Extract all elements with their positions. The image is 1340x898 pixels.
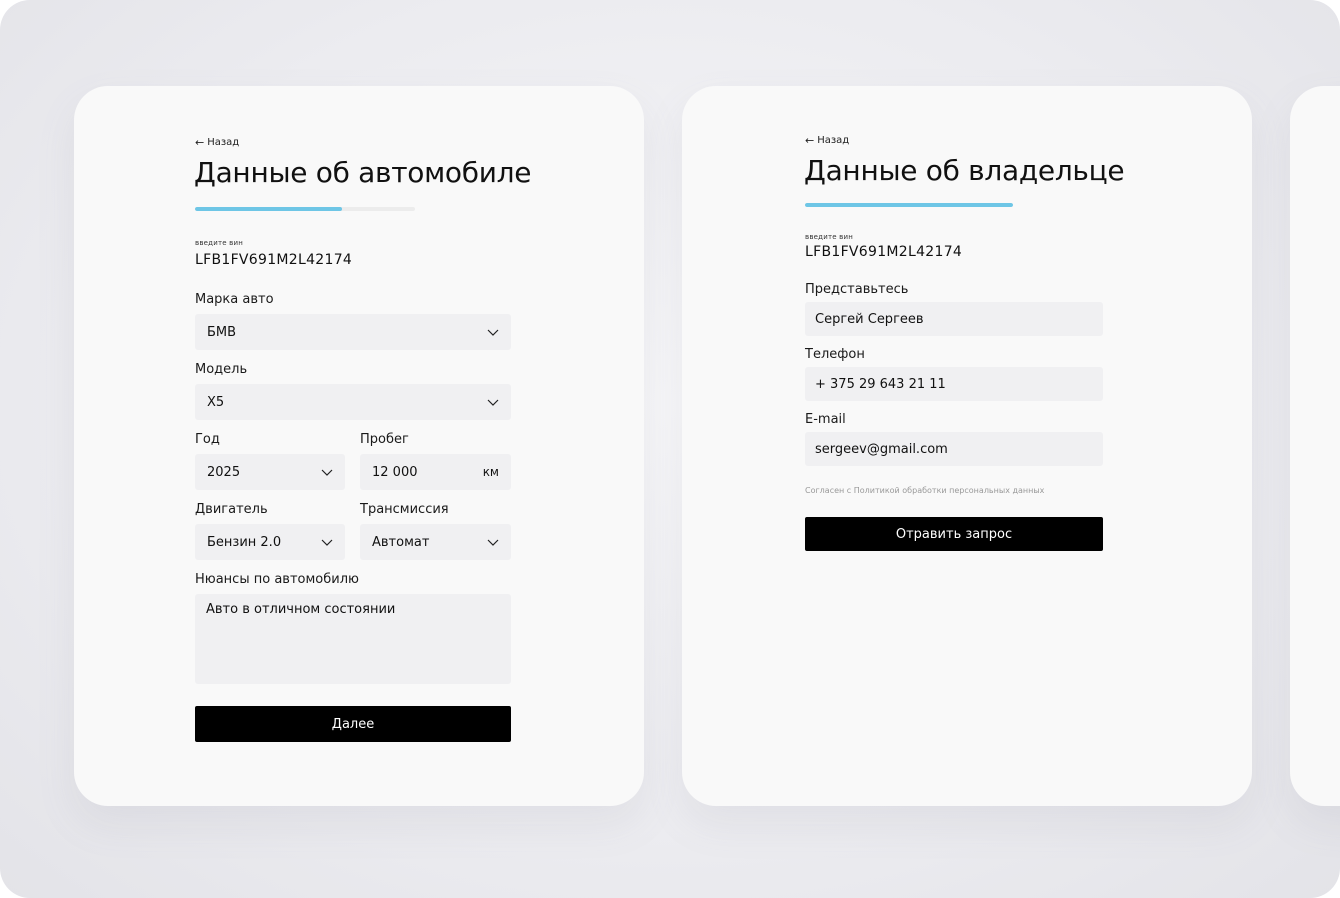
back-label: Назад	[207, 137, 240, 148]
progress-bar	[195, 207, 415, 211]
car-details-card: ← Назад Данные об автомобиле введите вин…	[74, 86, 644, 806]
engine-select[interactable]: Бензин 2.0	[195, 524, 345, 560]
mileage-value: 12 000	[372, 464, 418, 480]
mileage-unit: км	[482, 465, 499, 479]
brand-label: Марка авто	[195, 292, 274, 307]
chevron-down-icon	[321, 469, 333, 476]
chevron-down-icon	[487, 539, 499, 546]
mileage-label: Пробег	[360, 432, 409, 447]
next-card-peek	[1290, 86, 1340, 806]
engine-label: Двигатель	[195, 502, 268, 517]
email-input[interactable]: sergeev@gmail.com	[805, 432, 1103, 466]
progress-fill	[805, 203, 1013, 207]
transmission-label: Трансмиссия	[360, 502, 449, 517]
submit-button[interactable]: Отравить запрос	[805, 517, 1103, 551]
transmission-value: Автомат	[372, 534, 430, 550]
page-title: Данные об владельце	[804, 154, 1125, 187]
arrow-left-icon: ←	[805, 134, 815, 147]
email-label: E-mail	[805, 412, 846, 427]
name-label: Представьтесь	[805, 282, 909, 297]
brand-value: БМВ	[207, 324, 237, 340]
chevron-down-icon	[487, 399, 499, 406]
model-select[interactable]: X5	[195, 384, 511, 420]
back-link[interactable]: ← Назад	[805, 134, 849, 147]
model-value: X5	[207, 394, 225, 410]
brand-select[interactable]: БМВ	[195, 314, 511, 350]
phone-value: + 375 29 643 21 11	[815, 376, 946, 392]
chevron-down-icon	[487, 329, 499, 336]
year-select[interactable]: 2025	[195, 454, 345, 490]
notes-textarea[interactable]: Авто в отличном состоянии	[195, 594, 511, 684]
arrow-left-icon: ←	[195, 136, 205, 149]
back-link[interactable]: ← Назад	[195, 136, 239, 149]
name-input[interactable]: Сергей Сергеев	[805, 302, 1103, 336]
notes-label: Нюансы по автомобилю	[195, 572, 359, 587]
owner-details-card: ← Назад Данные об владельце введите вин …	[682, 86, 1252, 806]
back-label: Назад	[817, 135, 850, 146]
model-label: Модель	[195, 362, 248, 377]
background-frame: ← Назад Данные об автомобиле введите вин…	[0, 0, 1340, 898]
progress-bar	[805, 203, 1013, 207]
consent-text[interactable]: Согласен с Политикой обработки персональ…	[805, 486, 1044, 495]
name-value: Сергей Сергеев	[815, 311, 924, 327]
next-button[interactable]: Далее	[195, 706, 511, 742]
vin-value[interactable]: LFB1FV691M2L42174	[195, 252, 352, 268]
chevron-down-icon	[321, 539, 333, 546]
phone-input[interactable]: + 375 29 643 21 11	[805, 367, 1103, 401]
progress-fill	[195, 207, 343, 211]
year-value: 2025	[207, 464, 241, 480]
vin-label: введите вин	[805, 233, 854, 241]
year-label: Год	[195, 432, 220, 447]
transmission-select[interactable]: Автомат	[360, 524, 511, 560]
email-value: sergeev@gmail.com	[815, 441, 948, 457]
phone-label: Телефон	[805, 347, 865, 362]
vin-value[interactable]: LFB1FV691M2L42174	[805, 244, 962, 260]
engine-value: Бензин 2.0	[207, 534, 282, 550]
mileage-input[interactable]: 12 000 км	[360, 454, 511, 490]
page-title: Данные об автомобиле	[194, 156, 532, 189]
vin-label: введите вин	[195, 239, 244, 247]
